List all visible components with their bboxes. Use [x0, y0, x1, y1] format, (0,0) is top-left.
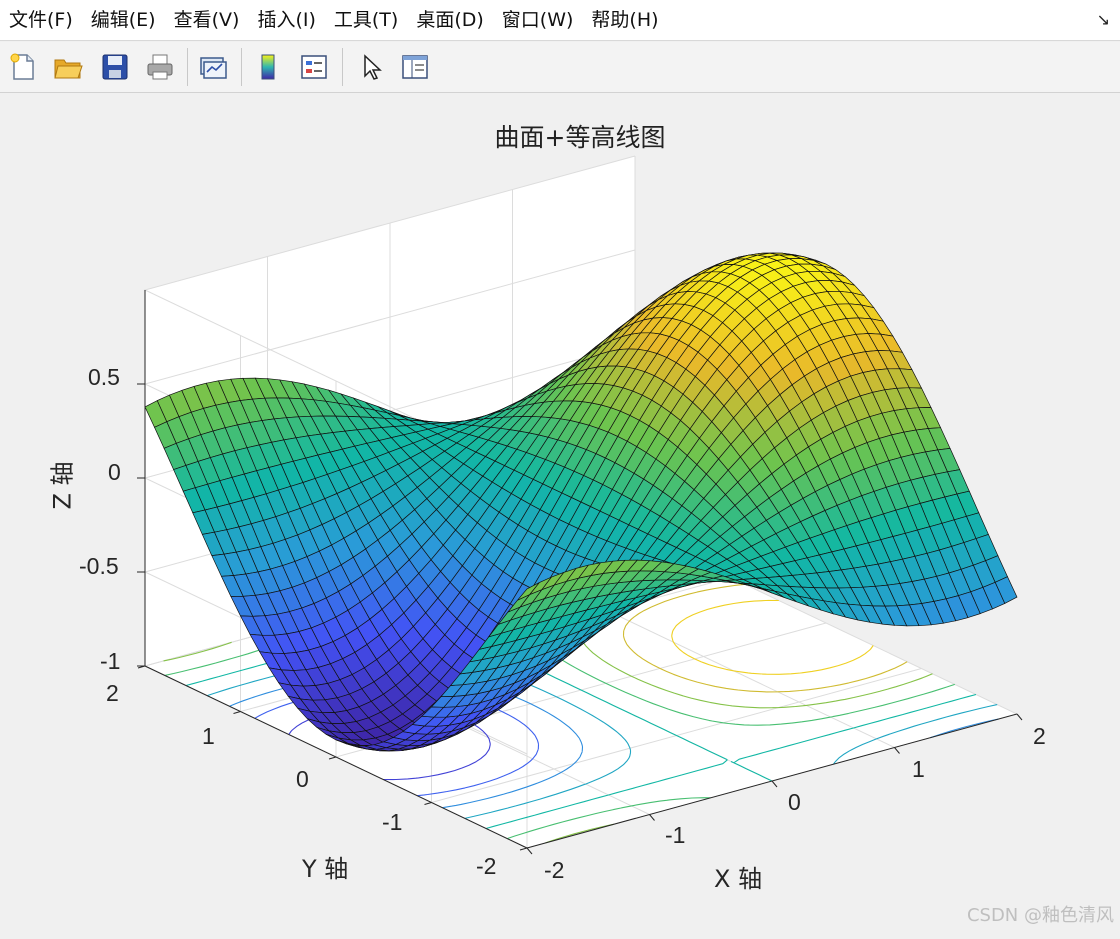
y-tick-mark — [329, 757, 336, 759]
menu-window[interactable]: 窗口(W) — [493, 0, 583, 40]
x-tick-mark — [650, 815, 655, 821]
x-tick-mark — [772, 781, 777, 787]
z-axis-label: Z 轴 — [43, 461, 78, 509]
z-tick-label: 0.5 — [88, 364, 120, 391]
menu-file[interactable]: 文件(F) — [0, 0, 82, 40]
y-tick-label: 0 — [296, 766, 309, 793]
menu-tools[interactable]: 工具(T) — [325, 0, 407, 40]
figure-area — [0, 93, 1120, 935]
x-tick-mark — [527, 848, 532, 854]
open-folder-icon[interactable] — [51, 50, 85, 84]
toolbar-separator — [241, 48, 242, 86]
y-tick-mark — [520, 848, 527, 850]
menu-divider — [0, 40, 1120, 41]
save-icon[interactable] — [98, 50, 132, 84]
z-tick-label: -1 — [100, 648, 120, 675]
z-tick-label: -0.5 — [79, 553, 119, 580]
menu-desktop[interactable]: 桌面(D) — [407, 0, 492, 40]
dock-arrow-icon[interactable]: ↘ — [1097, 10, 1110, 29]
x-tick-label: 0 — [788, 789, 801, 816]
link-plot-icon[interactable] — [196, 50, 230, 84]
property-editor-icon[interactable] — [398, 50, 432, 84]
y-axis-label: Y 轴 — [302, 849, 348, 884]
toolbar-separator — [342, 48, 343, 86]
watermark: CSDN @釉色清风 — [967, 901, 1114, 927]
y-tick-label: -1 — [382, 809, 402, 836]
print-icon[interactable] — [143, 50, 177, 84]
pointer-icon[interactable] — [354, 50, 388, 84]
menu-help[interactable]: 帮助(H) — [582, 0, 667, 40]
chart-title: 曲面+等高线图 — [0, 118, 1120, 154]
x-tick-label: 2 — [1033, 723, 1046, 750]
menu-insert[interactable]: 插入(I) — [248, 0, 324, 40]
toolbar-separator — [187, 48, 188, 86]
menu-edit[interactable]: 编辑(E) — [82, 0, 165, 40]
y-tick-label: 1 — [202, 723, 215, 750]
surface-plot[interactable] — [0, 93, 1120, 935]
new-file-icon[interactable] — [6, 50, 40, 84]
menu-view[interactable]: 查看(V) — [165, 0, 249, 40]
y-tick-mark — [425, 803, 432, 805]
menu-bar: 文件(F) 编辑(E) 查看(V) 插入(I) 工具(T) 桌面(D) 窗口(W… — [0, 0, 1120, 40]
x-tick-mark — [895, 748, 900, 754]
x-tick-mark — [1017, 714, 1022, 720]
x-tick-label: -1 — [665, 822, 685, 849]
z-tick-label: 0 — [108, 459, 121, 486]
colorbar-icon[interactable] — [251, 50, 285, 84]
y-tick-label: 2 — [106, 680, 119, 707]
x-tick-label: -2 — [544, 857, 564, 884]
x-axis-label: X 轴 — [714, 859, 762, 894]
x-tick-label: 1 — [912, 756, 925, 783]
y-tick-label: -2 — [476, 853, 496, 880]
legend-icon[interactable] — [297, 50, 331, 84]
toolbar — [0, 42, 1120, 93]
y-tick-mark — [234, 712, 241, 714]
